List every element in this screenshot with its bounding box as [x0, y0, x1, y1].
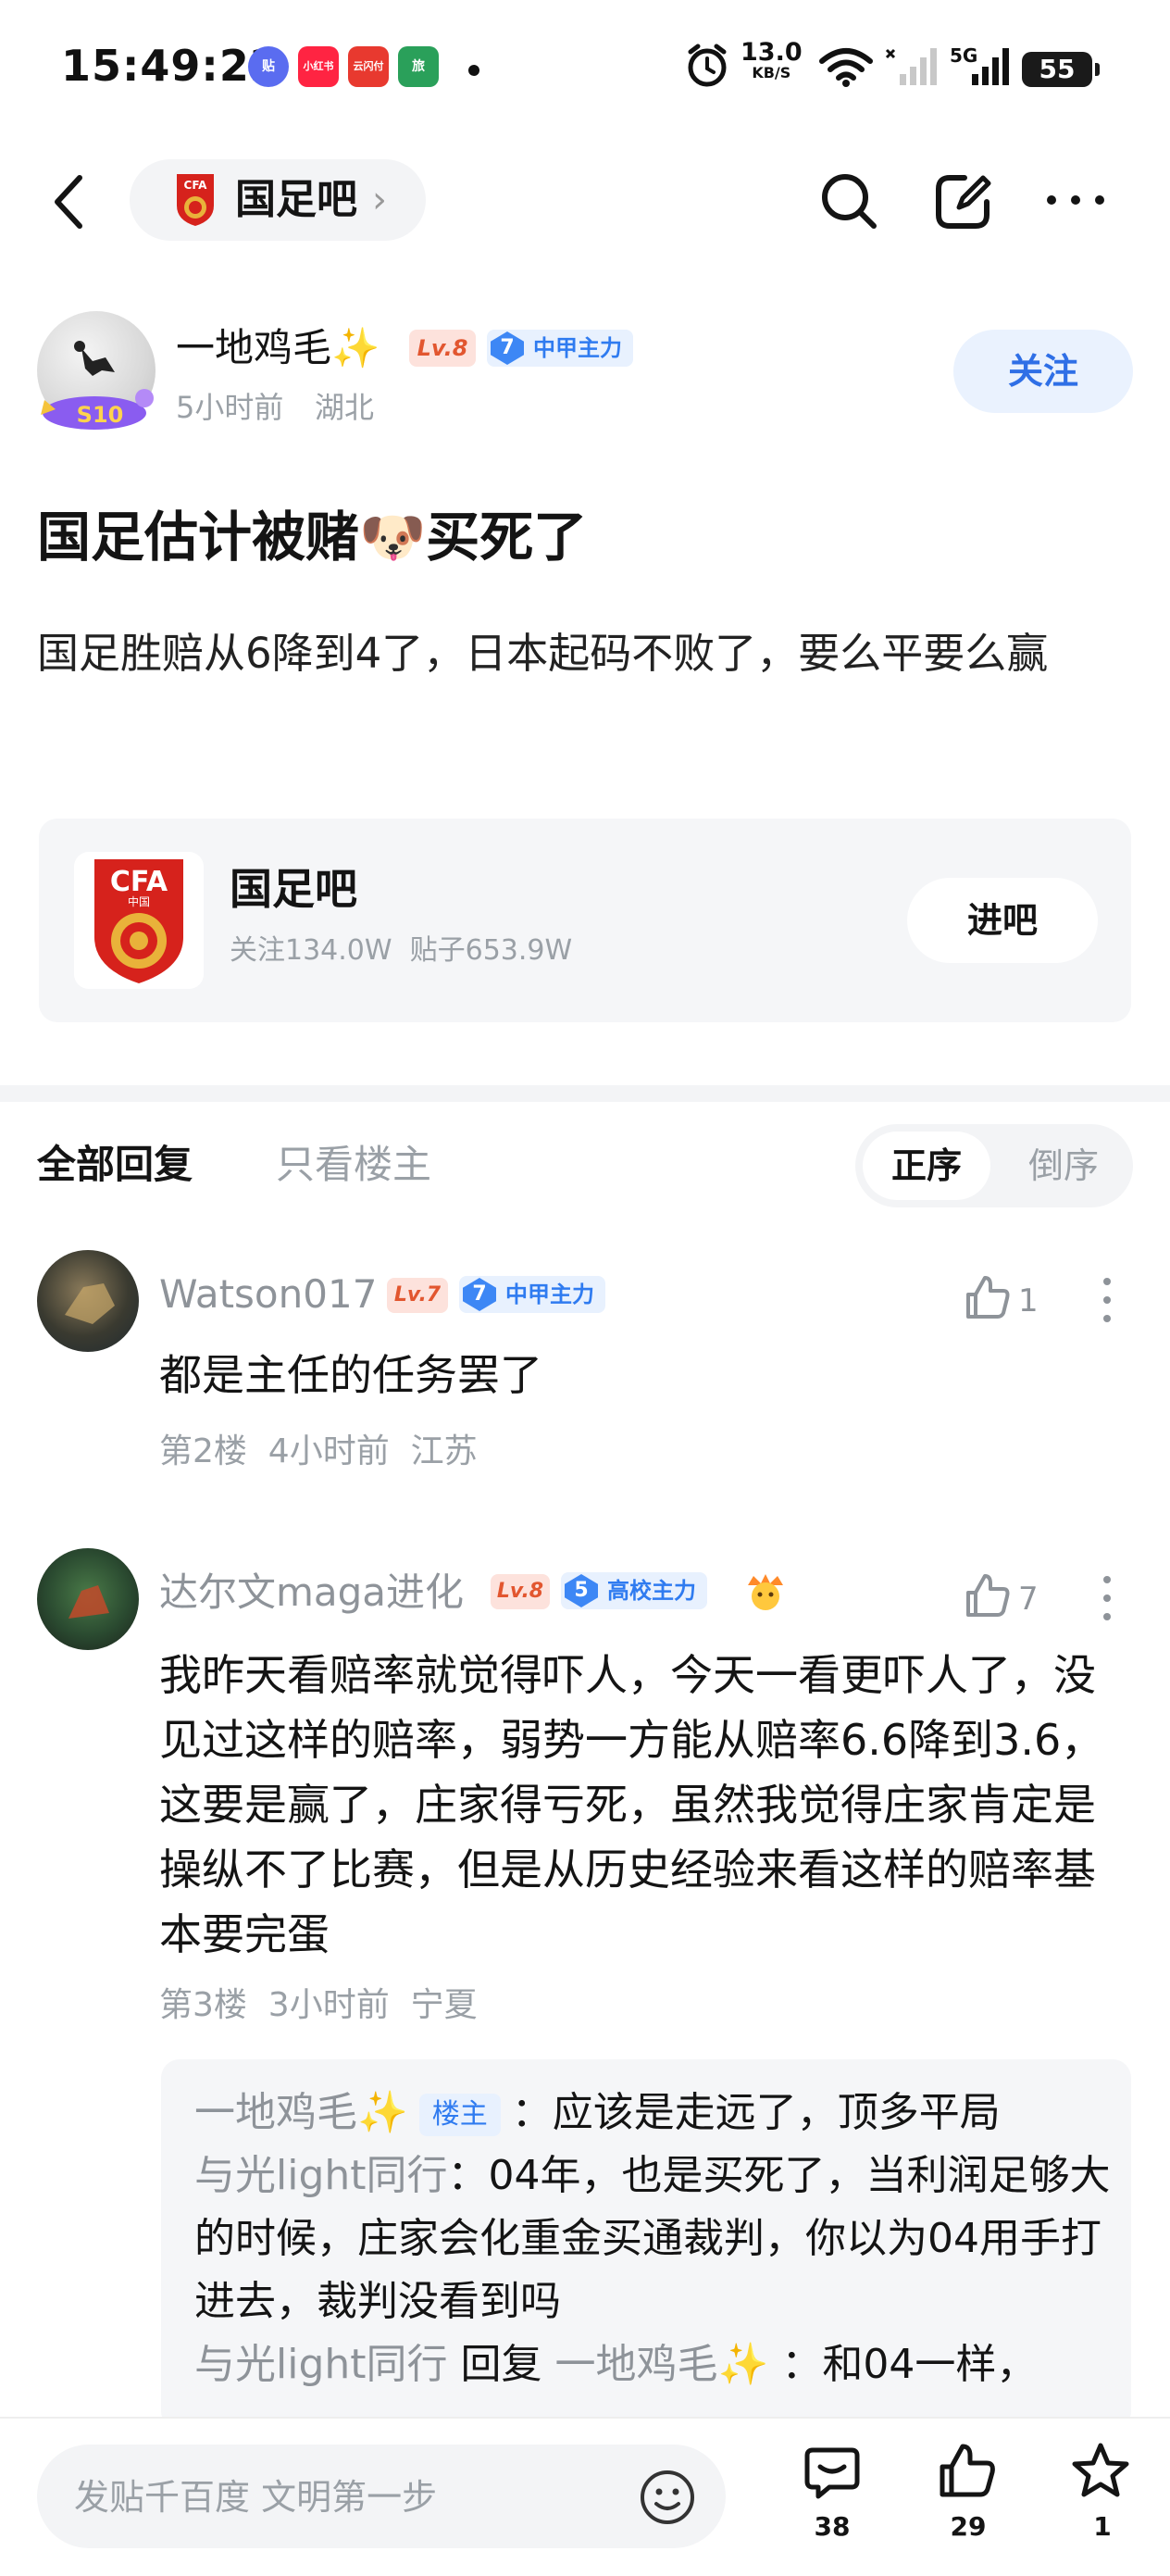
nav-forum-name[interactable]: 国足吧 — [235, 172, 357, 228]
notification-dot — [468, 65, 479, 76]
enter-forum-button[interactable]: 进吧 — [907, 878, 1098, 963]
edit-icon[interactable] — [931, 169, 996, 233]
cfa-logo-icon: CFA — [177, 174, 214, 226]
comment-like-count: 7 — [1018, 1581, 1039, 1618]
travel-app-icon: 旅 — [398, 46, 439, 87]
author-time: 5小时前 — [176, 390, 284, 425]
comment-like-count: 1 — [1018, 1282, 1039, 1319]
comment-username[interactable]: Watson017 — [159, 1267, 377, 1322]
op-tag: 楼主 — [418, 2094, 501, 2136]
s10-badge: S10 — [28, 372, 167, 437]
sub-replies-box[interactable]: 一地鸡毛✨ 楼主 ：应该是走远了，顶多平局 与光light同行：04年，也是买死了，… — [161, 2059, 1131, 2430]
author-rank-badge: 7 中甲主力 — [487, 330, 633, 367]
follow-button[interactable]: 关注 — [953, 330, 1133, 413]
svg-text:中国: 中国 — [128, 894, 150, 908]
post-body: 国足胜赔从6降到4了，日本起码不败了，要么平要么赢 — [37, 629, 1049, 678]
comment-level-badge: Lv.8 — [491, 1574, 550, 1609]
signal-sim2-icon — [972, 48, 1009, 85]
card-forum-name: 国足吧 — [230, 864, 357, 914]
favorite-count: 1 — [1093, 2511, 1112, 2542]
comment-rank-badge: 5 高校主力 — [561, 1572, 707, 1609]
chevron-right-icon: › — [372, 179, 387, 221]
comment-more-icon[interactable] — [1098, 1572, 1116, 1624]
battery-indicator: 55 — [1022, 52, 1100, 87]
star-icon[interactable] — [1070, 2441, 1131, 2502]
like-icon[interactable] — [963, 1272, 1013, 1322]
sort-desc-button[interactable]: 倒序 — [1000, 1132, 1127, 1200]
sub-reply-user[interactable]: 一地鸡毛✨ — [194, 2089, 408, 2136]
sub-reply-text: ：和04一样， — [781, 2341, 1038, 2388]
comment-text: 都是主任的任务罢了 — [159, 1350, 542, 1400]
comment-username[interactable]: 达尔文maga进化 — [159, 1565, 464, 1620]
sub-reply-text: ：应该是走远了，顶多平局 — [511, 2089, 1001, 2136]
more-icon[interactable] — [1044, 189, 1109, 211]
section-divider — [0, 1085, 1170, 1102]
alarm-icon — [688, 44, 727, 87]
sub-reply-user[interactable]: 与光light同行 — [194, 2341, 448, 2388]
like-icon[interactable] — [963, 1570, 1013, 1620]
svg-text:CFA: CFA — [184, 179, 208, 192]
author-level-badge: Lv.8 — [409, 330, 476, 367]
sub-reply-target[interactable]: 一地鸡毛✨ — [555, 2341, 769, 2388]
comment-avatar[interactable] — [37, 1250, 139, 1352]
signal-sim1-icon — [885, 48, 937, 85]
thumbs-up-icon[interactable] — [937, 2441, 998, 2502]
svg-text:CFA: CFA — [110, 866, 168, 898]
search-icon[interactable] — [818, 170, 879, 231]
comment-level-badge: Lv.7 — [387, 1278, 448, 1313]
net-speed: 13.0 KB/S — [741, 38, 803, 81]
sub-reply-user[interactable]: 与光light同行 — [194, 2152, 448, 2199]
tab-all-replies[interactable]: 全部回复 — [37, 1135, 193, 1194]
card-forum-stats: 关注134.0W 贴子653.9W — [230, 934, 573, 967]
comment-count: 38 — [814, 2511, 851, 2542]
sub-reply: 一地鸡毛✨ 楼主 ：应该是走远了，顶多平局 与光light同行：04年，也是买死了，… — [194, 2082, 1111, 2396]
unionpay-app-icon: 云闪付 — [348, 46, 389, 87]
back-arrow-icon[interactable] — [48, 172, 89, 231]
like-count: 29 — [950, 2511, 987, 2542]
comment-text: 我昨天看赔率就觉得吓人，今天一看更吓人了，没见过这样的赔率，弱势一方能从赔率6.… — [159, 1650, 1104, 1959]
author-location: 湖北 — [315, 390, 375, 425]
xiaohongshu-app-icon: 小红书 — [298, 46, 339, 87]
emoji-sticker-icon — [748, 1574, 783, 1610]
comment-more-icon[interactable] — [1098, 1274, 1116, 1326]
forum-logo-icon: CFA 中国 — [74, 852, 204, 989]
reply-word: 回复 — [460, 2341, 542, 2388]
sort-asc-button[interactable]: 正序 — [863, 1132, 990, 1200]
comment-rank-badge: 7 中甲主力 — [459, 1276, 605, 1313]
reply-input-placeholder[interactable]: 发贴千百度 文明第一步 — [74, 2469, 437, 2526]
tab-op-only[interactable]: 只看楼主 — [276, 1135, 431, 1194]
comment-icon[interactable] — [802, 2443, 863, 2504]
svg-text:S10: S10 — [77, 402, 124, 428]
wifi-icon — [819, 48, 873, 87]
post-title: 国足估计被赌🐶买死了 — [37, 506, 588, 569]
comment-avatar[interactable] — [37, 1548, 139, 1650]
author-name[interactable]: 一地鸡毛✨ — [176, 322, 380, 374]
comment-meta: 第2楼 4小时前 江苏 — [159, 1432, 478, 1470]
tieba-app-icon: 贴 — [248, 46, 289, 87]
status-bar: 15:49:22 贴 小红书 云闪付 旅 13.0 KB/S 5G 55 — [0, 0, 1170, 139]
comment-meta: 第3楼 3小时前 宁夏 — [159, 1986, 478, 2024]
emoji-icon[interactable] — [639, 2469, 696, 2526]
